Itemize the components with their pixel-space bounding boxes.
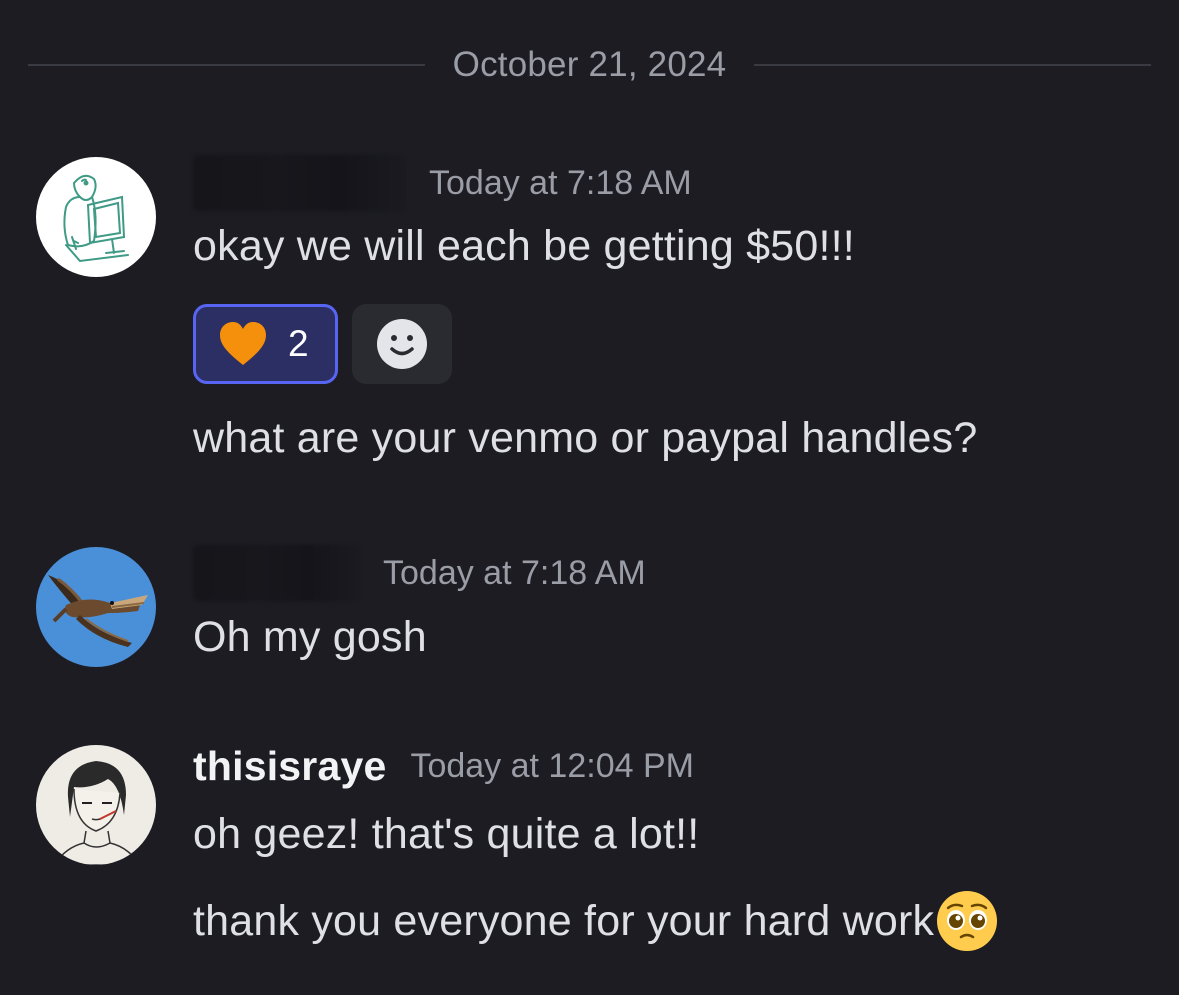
message-text: what are your venmo or paypal handles? [193,414,978,462]
date-divider: October 21, 2024 [28,40,1152,90]
avatar[interactable] [36,157,156,277]
divider-line-left [28,64,425,66]
date-divider-label: October 21, 2024 [452,45,727,84]
add-reaction-button[interactable] [352,304,452,384]
reaction-bar: 2 [193,304,452,384]
avatar-sketch-bird-icon [36,157,156,277]
message-text: Oh my gosh [193,613,427,661]
divider-line-right [754,64,1152,66]
username-redacted[interactable] [193,155,405,211]
avatar-sketch-portrait-icon [36,745,156,865]
reaction-count: 2 [288,323,309,364]
username[interactable]: thisisraye [193,743,386,790]
message-header: Today at 7:18 AM [193,545,646,601]
chat-view: October 21, 2024 Today at 7:18 AM okay w… [0,0,1179,995]
avatar[interactable] [36,745,156,865]
message-text: okay we will each be getting $50!!! [193,222,855,270]
avatar-pelican-icon [36,547,156,667]
timestamp: Today at 7:18 AM [429,163,692,202]
add-reaction-smiley-icon [377,319,427,369]
message-text-with-emoji: thank you everyone for your hard work [193,890,998,952]
message-text: oh geez! that's quite a lot!! [193,810,700,858]
orange-heart-icon [220,322,266,365]
username-redacted[interactable] [193,545,359,601]
reaction-orange-heart[interactable]: 2 [193,304,338,384]
pleading-face-icon [937,891,998,951]
timestamp: Today at 7:18 AM [383,553,646,592]
avatar[interactable] [36,547,156,667]
message-text: thank you everyone for your hard work [193,896,935,945]
message-header: thisisraye Today at 12:04 PM [193,743,694,790]
timestamp: Today at 12:04 PM [410,747,694,785]
message-header: Today at 7:18 AM [193,155,692,211]
